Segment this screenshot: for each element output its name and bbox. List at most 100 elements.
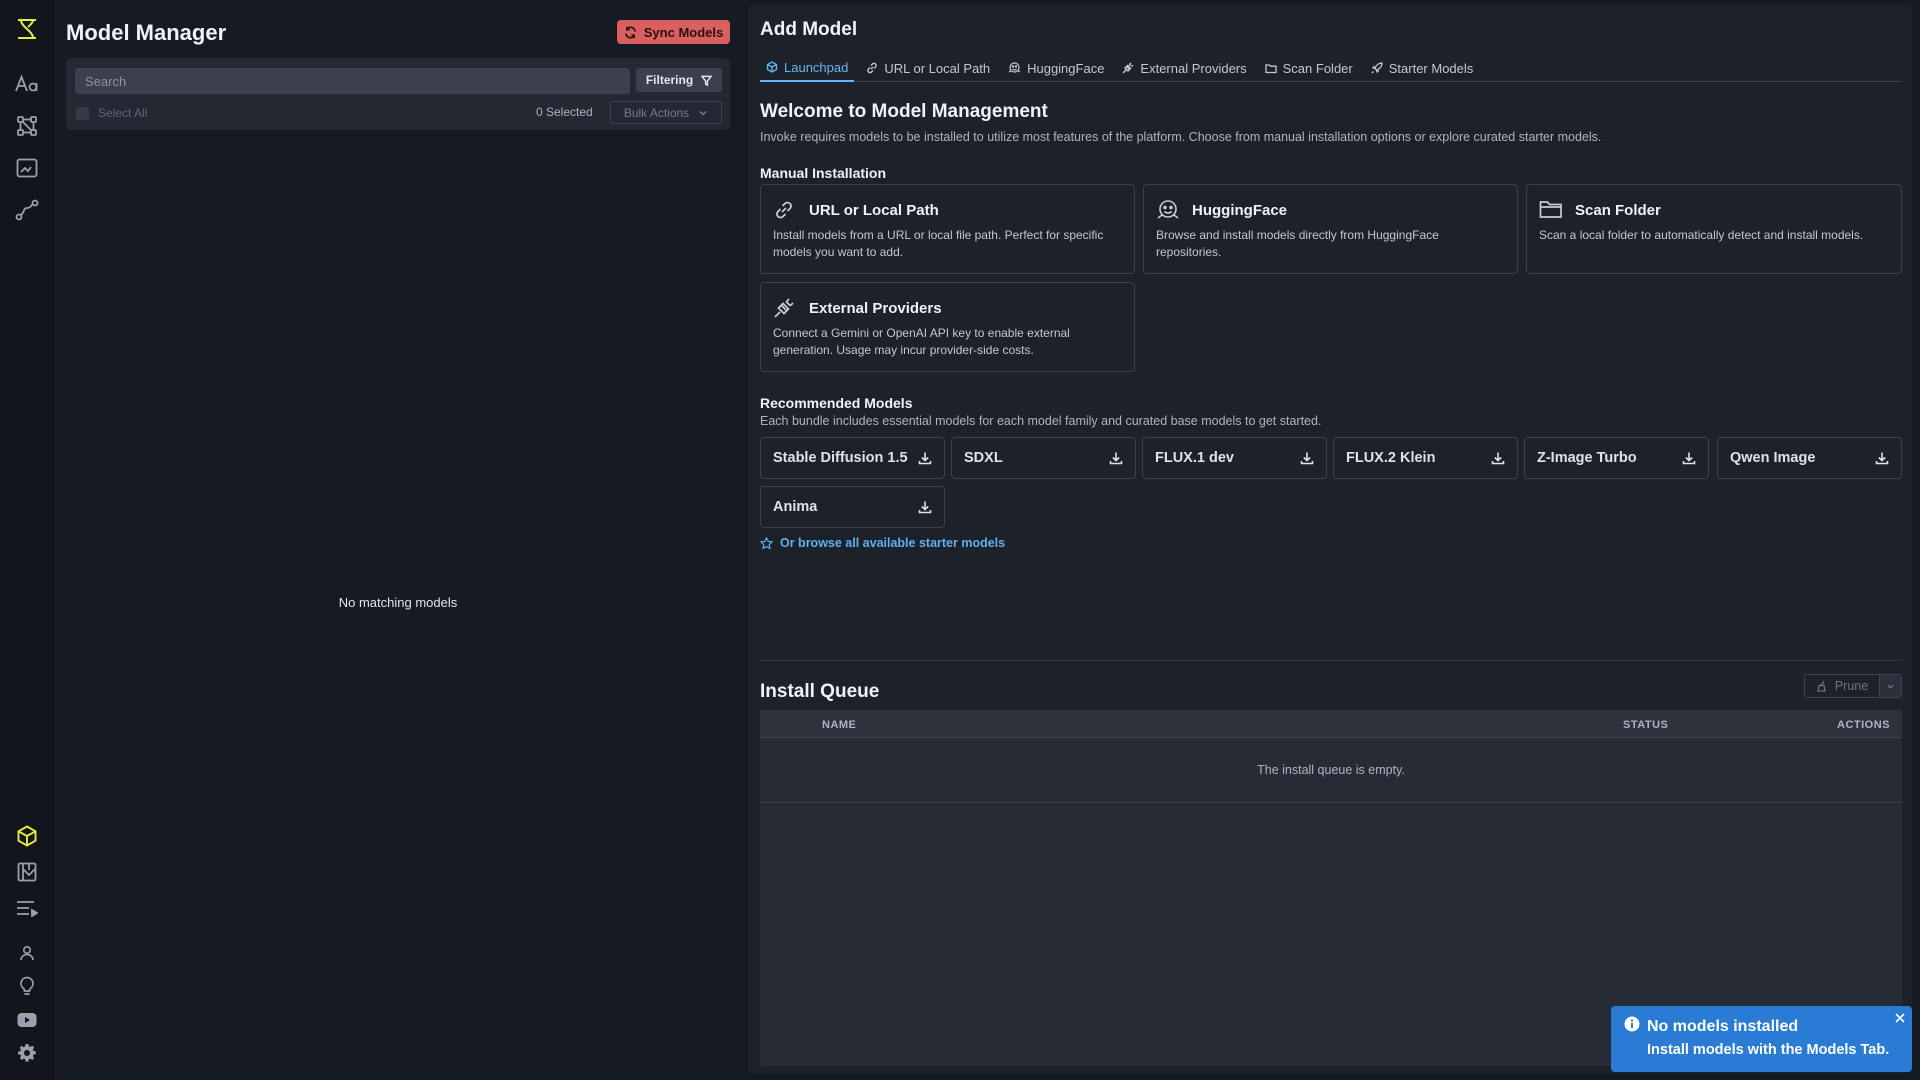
select-all-control[interactable]: Select All <box>76 105 147 121</box>
tab-label: Starter Models <box>1388 60 1474 76</box>
filter-funnel-icon <box>701 75 713 86</box>
card-description: Connect a Gemini or OpenAI API key to en… <box>773 326 1070 357</box>
download-icon <box>1682 451 1696 465</box>
select-all-checkbox[interactable] <box>76 106 89 120</box>
bulk-actions-label: Bulk Actions <box>623 105 690 120</box>
model-list-toolbar: Filtering Select All 0 Selected Bulk Act… <box>66 58 730 130</box>
settings-gear-icon[interactable] <box>14 1040 40 1066</box>
toast-message: Install models with the Models Tab. <box>1647 1042 1890 1058</box>
chevron-down-icon <box>1886 682 1895 691</box>
bundle-label: FLUX.1 dev <box>1155 450 1234 466</box>
logo-icon[interactable] <box>14 16 40 42</box>
bundle-label: Qwen Image <box>1730 450 1816 466</box>
plug-icon <box>1122 62 1134 74</box>
bundle-label: Z-Image Turbo <box>1537 450 1637 466</box>
bundle-flux-1-dev[interactable]: FLUX.1 dev <box>1142 437 1327 479</box>
gallery-icon[interactable] <box>14 859 40 885</box>
no-models-toast: No models installed Install models with … <box>1611 1006 1912 1072</box>
browse-starter-models-link[interactable]: Or browse all available starter models <box>760 535 1005 551</box>
filtering-button[interactable]: Filtering <box>636 68 722 92</box>
lightbulb-icon[interactable] <box>14 973 40 999</box>
folder-icon <box>1539 199 1562 221</box>
sync-models-label: Sync Models <box>643 24 724 40</box>
user-icon[interactable] <box>14 940 40 966</box>
model-search-input[interactable] <box>75 68 630 94</box>
prune-label: Prune <box>1834 679 1869 693</box>
star-icon <box>760 536 773 550</box>
left-nav-rail <box>0 0 54 1080</box>
card-scan-folder[interactable]: Scan Folder Scan a local folder to autom… <box>1526 184 1902 274</box>
tab-starter-models[interactable]: Starter Models <box>1365 54 1480 82</box>
tab-launchpad[interactable]: Launchpad <box>760 54 855 82</box>
model-manager-title: Model Manager <box>66 20 227 45</box>
huggingface-icon <box>1156 199 1179 221</box>
canvas-icon[interactable] <box>14 155 40 181</box>
chevron-down-icon <box>698 108 708 118</box>
folder-icon <box>1264 63 1277 74</box>
launchpad-icon <box>766 61 778 73</box>
select-all-label: Select All <box>98 106 148 120</box>
manual-installation-heading: Manual Installation <box>760 165 887 181</box>
column-name: NAME <box>822 719 857 731</box>
info-icon <box>1624 1016 1640 1032</box>
youtube-icon[interactable] <box>14 1007 40 1033</box>
tab-external-providers[interactable]: External Providers <box>1116 54 1252 82</box>
card-title: HuggingFace <box>1192 202 1288 219</box>
tab-label: HuggingFace <box>1027 60 1105 76</box>
card-external-providers[interactable]: External Providers Connect a Gemini or O… <box>760 282 1135 372</box>
text-style-icon[interactable] <box>14 71 40 97</box>
nodes-workflow-icon[interactable] <box>14 113 40 139</box>
toast-title: No models installed <box>1647 1018 1799 1035</box>
tab-scan-folder[interactable]: Scan Folder <box>1259 54 1359 82</box>
bundle-sdxl[interactable]: SDXL <box>951 437 1136 479</box>
bulk-actions-button[interactable]: Bulk Actions <box>610 101 722 124</box>
download-icon <box>1875 451 1889 465</box>
install-queue-empty-message: The install queue is empty. <box>760 738 1902 803</box>
link-icon <box>773 199 795 221</box>
queue-list-icon[interactable] <box>14 895 40 921</box>
broom-icon <box>1816 680 1828 692</box>
bundle-stable-diffusion-1-5[interactable]: Stable Diffusion 1.5 <box>760 437 945 479</box>
card-title: External Providers <box>809 300 942 317</box>
install-queue-title: Install Queue <box>760 681 880 702</box>
add-model-title: Add Model <box>760 19 858 40</box>
download-icon <box>918 451 932 465</box>
card-description: Install models from a URL or local file … <box>773 228 1104 259</box>
install-queue-header: NAME STATUS ACTIONS <box>760 710 1902 738</box>
plug-icon <box>773 297 795 319</box>
download-icon <box>1109 451 1123 465</box>
card-url-or-local-path[interactable]: URL or Local Path Install models from a … <box>760 184 1135 274</box>
card-title: URL or Local Path <box>809 202 939 219</box>
recommended-models-description: Each bundle includes essential models fo… <box>760 414 1322 428</box>
add-model-panel: Add Model Launchpad URL or Local Path Hu… <box>748 5 1912 1073</box>
tab-label: Scan Folder <box>1282 60 1353 76</box>
card-huggingface[interactable]: HuggingFace Browse and install models di… <box>1143 184 1518 274</box>
add-model-tabs: Launchpad URL or Local Path HuggingFace … <box>760 54 1902 82</box>
models-cube-icon[interactable] <box>14 823 40 849</box>
bundle-anima[interactable]: Anima <box>760 486 945 528</box>
bundle-z-image-turbo[interactable]: Z-Image Turbo <box>1524 437 1709 479</box>
tab-huggingface[interactable]: HuggingFace <box>1002 54 1110 82</box>
bundle-flux-2-klein[interactable]: FLUX.2 Klein <box>1333 437 1518 479</box>
prune-options-dropdown[interactable] <box>1879 675 1901 697</box>
download-icon <box>918 500 932 514</box>
column-status: STATUS <box>1623 719 1669 731</box>
section-divider <box>760 660 1902 661</box>
link-icon <box>866 62 878 74</box>
recommended-models-heading: Recommended Models <box>760 395 913 411</box>
column-actions: ACTIONS <box>1837 719 1890 731</box>
bundle-label: FLUX.2 Klein <box>1346 450 1436 466</box>
rocket-icon <box>1371 62 1383 74</box>
path-curve-icon[interactable] <box>14 197 40 223</box>
prune-button-group: Prune <box>1804 674 1902 698</box>
tab-url-or-local-path[interactable]: URL or Local Path <box>860 54 996 82</box>
browse-link-label: Or browse all available starter models <box>780 536 1006 550</box>
close-icon[interactable] <box>1894 1012 1906 1024</box>
sync-models-button[interactable]: Sync Models <box>617 20 730 44</box>
prune-button[interactable]: Prune <box>1805 675 1879 697</box>
selected-count: 0 Selected <box>536 105 593 119</box>
card-description: Browse and install models directly from … <box>1156 228 1439 259</box>
model-list-empty-message: No matching models <box>338 595 458 610</box>
welcome-description: Invoke requires models to be installed t… <box>760 130 1602 144</box>
bundle-qwen-image[interactable]: Qwen Image <box>1717 437 1902 479</box>
